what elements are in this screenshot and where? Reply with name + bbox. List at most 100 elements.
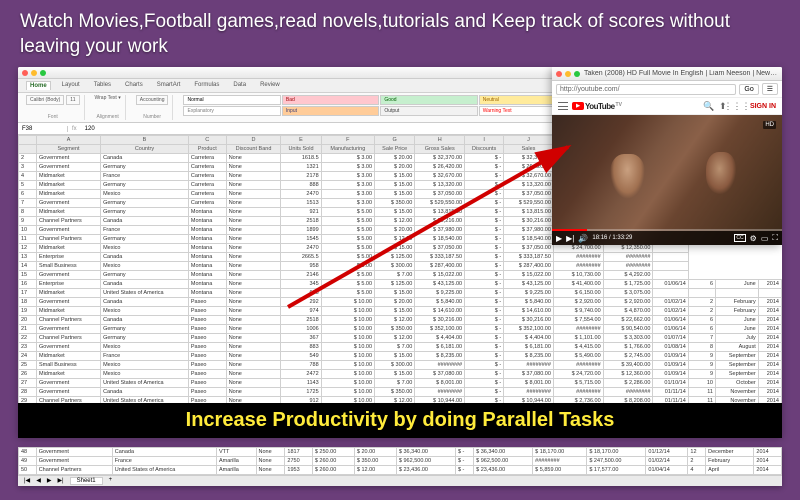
- cell[interactable]: Government: [37, 298, 101, 307]
- cell[interactable]: $ -: [465, 343, 504, 352]
- cell[interactable]: 615: [281, 289, 321, 298]
- cell[interactable]: Montana: [188, 253, 226, 262]
- cell[interactable]: Montana: [188, 217, 226, 226]
- col-header[interactable]: Sales: [504, 145, 554, 154]
- cell[interactable]: None: [226, 325, 281, 334]
- cell[interactable]: 2518: [281, 316, 321, 325]
- cell[interactable]: 49: [19, 457, 37, 466]
- cell[interactable]: 1817: [285, 448, 312, 457]
- cell[interactable]: Paseo: [188, 361, 226, 370]
- cell[interactable]: 19: [19, 307, 37, 316]
- cell[interactable]: $ 2,920.00: [603, 298, 653, 307]
- cell[interactable]: Government: [37, 271, 101, 280]
- cell[interactable]: Canada: [101, 217, 189, 226]
- cell[interactable]: 2014: [758, 280, 781, 289]
- cell[interactable]: 22: [19, 334, 37, 343]
- cell[interactable]: $ 20.00: [375, 298, 415, 307]
- table-row[interactable]: 21GovernmentGermanyPaseoNone1006$ 10.00$…: [19, 325, 782, 334]
- cell[interactable]: 2014: [758, 361, 781, 370]
- table-row[interactable]: 15GovernmentGermanyMontanaNone2146$ 5.00…: [19, 271, 782, 280]
- cell[interactable]: [688, 289, 715, 298]
- cell[interactable]: $ 8,001.00: [504, 379, 554, 388]
- cell[interactable]: [653, 253, 688, 262]
- col-header[interactable]: Units Sold: [281, 145, 321, 154]
- next-icon[interactable]: ▶|: [566, 234, 574, 243]
- cell[interactable]: 2518: [281, 217, 321, 226]
- cell[interactable]: 6: [19, 190, 37, 199]
- cell[interactable]: Canada: [112, 448, 216, 457]
- cell[interactable]: $ 15.00: [375, 172, 415, 181]
- table-row[interactable]: 18GovernmentCanadaPaseoNone292$ 10.00$ 2…: [19, 298, 782, 307]
- col-header[interactable]: D: [226, 136, 281, 145]
- cell[interactable]: February: [716, 298, 759, 307]
- cell[interactable]: $ 1,101.00: [553, 334, 603, 343]
- add-sheet-button[interactable]: +: [109, 477, 113, 485]
- cell[interactable]: None: [256, 448, 285, 457]
- table-row[interactable]: 49GovernmentFranceAmarillaNone2750$ 260.…: [19, 457, 782, 466]
- style-input[interactable]: Input: [282, 106, 379, 116]
- table-row[interactable]: 50Channel PartnersUnited States of Ameri…: [19, 466, 782, 475]
- cell[interactable]: $ 18,540.00: [415, 235, 465, 244]
- cell[interactable]: Channel Partners: [37, 235, 101, 244]
- cell[interactable]: $ -: [465, 280, 504, 289]
- cell[interactable]: $ 13,815.00: [415, 208, 465, 217]
- cell[interactable]: 01/08/14: [653, 343, 688, 352]
- cell[interactable]: $ 18,540.00: [504, 235, 554, 244]
- cell[interactable]: $ 4,404.00: [504, 334, 554, 343]
- style-explanatory[interactable]: Explanatory: [183, 106, 280, 116]
- cell[interactable]: Canada: [101, 298, 189, 307]
- cell[interactable]: Montana: [188, 262, 226, 271]
- cell[interactable]: 1006: [281, 325, 321, 334]
- cell[interactable]: $ 9,225.00: [415, 289, 465, 298]
- cell[interactable]: $ 26,420.00: [504, 163, 554, 172]
- cell[interactable]: $ -: [465, 307, 504, 316]
- cell[interactable]: 2014: [754, 448, 782, 457]
- cell[interactable]: Channel Partners: [37, 334, 101, 343]
- cell[interactable]: $ 15.00: [375, 181, 415, 190]
- go-button[interactable]: Go: [739, 84, 758, 95]
- cell[interactable]: 1321: [281, 163, 321, 172]
- cell[interactable]: Government: [37, 379, 101, 388]
- ribbon-tab-smartart[interactable]: SmartArt: [154, 81, 184, 90]
- cell[interactable]: Carretera: [188, 154, 226, 163]
- cell[interactable]: $ -: [465, 181, 504, 190]
- cell[interactable]: 25: [19, 361, 37, 370]
- close-icon[interactable]: [556, 71, 562, 77]
- cell[interactable]: $ 7.00: [375, 379, 415, 388]
- cell[interactable]: 2014: [758, 343, 781, 352]
- cell[interactable]: $ 23,436.00: [474, 466, 533, 475]
- cell[interactable]: $ 8,001.00: [415, 379, 465, 388]
- cell[interactable]: France: [112, 457, 216, 466]
- cell[interactable]: 01/09/14: [653, 370, 688, 379]
- cell[interactable]: $ 23,436.00: [396, 466, 455, 475]
- table-row[interactable]: 13EnterpriseCanadaMontanaNone2665.5$ 5.0…: [19, 253, 782, 262]
- cell[interactable]: $ 36,340.00: [474, 448, 533, 457]
- cell[interactable]: United States of America: [101, 289, 189, 298]
- cell[interactable]: $ 15,022.00: [415, 271, 465, 280]
- cell[interactable]: $ 37,050.00: [504, 190, 554, 199]
- cell[interactable]: Government: [37, 226, 101, 235]
- cell[interactable]: France: [101, 352, 189, 361]
- col-header[interactable]: Country: [101, 145, 189, 154]
- cell[interactable]: Paseo: [188, 298, 226, 307]
- col-header[interactable]: Product: [188, 145, 226, 154]
- cell[interactable]: $ 3.00: [321, 163, 374, 172]
- cell[interactable]: $ 5,490.00: [553, 352, 603, 361]
- cell[interactable]: $ 352,100.00: [415, 325, 465, 334]
- col-header[interactable]: Sale Price: [375, 145, 415, 154]
- cell[interactable]: None: [226, 271, 281, 280]
- cell[interactable]: [653, 271, 688, 280]
- cell[interactable]: $ -: [465, 154, 504, 163]
- cell[interactable]: 292: [281, 298, 321, 307]
- cell[interactable]: $ 10,730.00: [553, 271, 603, 280]
- cell[interactable]: $ 24,720.00: [553, 370, 603, 379]
- cell[interactable]: None: [226, 244, 281, 253]
- cell[interactable]: $ 3.00: [321, 154, 374, 163]
- name-box[interactable]: F38: [18, 126, 68, 132]
- cell[interactable]: $ 5.00: [321, 235, 374, 244]
- cell[interactable]: 2750: [285, 457, 312, 466]
- cell[interactable]: $ 3.00: [321, 190, 374, 199]
- cell[interactable]: 4: [19, 172, 37, 181]
- cell[interactable]: $ 30,216.00: [504, 316, 554, 325]
- cell[interactable]: 9: [688, 370, 715, 379]
